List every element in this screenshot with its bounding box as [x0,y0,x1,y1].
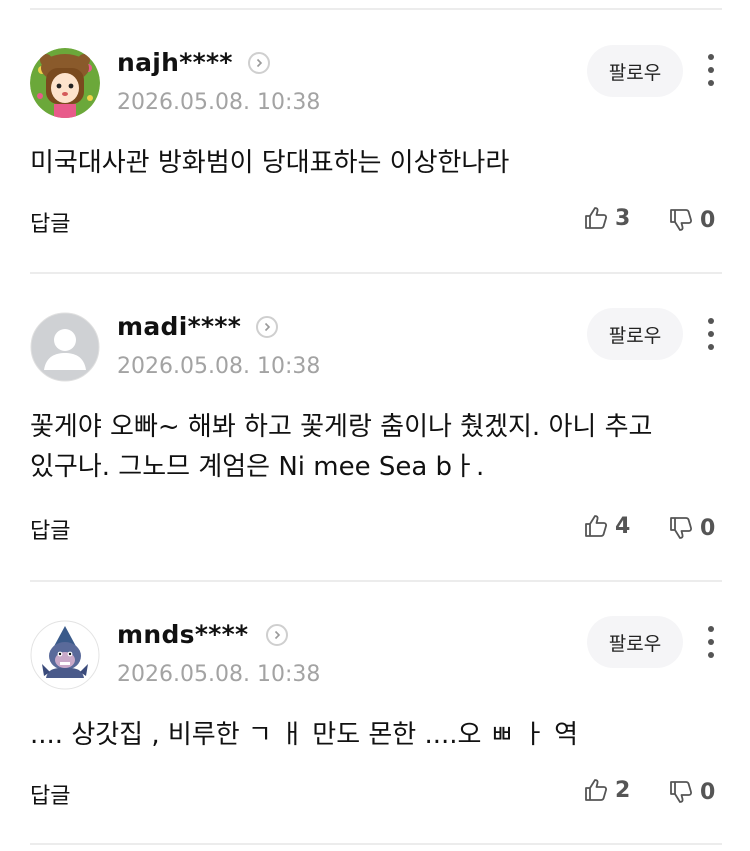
comment-item: mnds**** 2026.05.08. 10:38 팔로우 .... 상갓집 … [0,0,750,845]
chevron-right-icon[interactable] [266,624,288,646]
avatar[interactable] [30,620,100,690]
like-button[interactable]: 2 [583,777,630,803]
comment-date: 2026.05.08. 10:38 [117,662,321,687]
comment-text: .... 상갓집 , 비루한 ㄱ ㅐ 만도 몬한 ....오 ㅃ ㅏ 역 [30,720,579,750]
reply-button[interactable]: 답글 [30,778,70,810]
more-options-icon[interactable] [700,622,722,662]
thumbs-up-icon [585,779,608,801]
like-count: 2 [615,777,631,803]
separator [30,843,722,845]
dislike-button[interactable]: 0 [668,779,715,805]
nickname[interactable]: mnds**** [117,620,248,649]
gorilla-character-avatar-icon [30,620,100,690]
follow-button[interactable]: 팔로우 [587,616,683,668]
thumbs-down-icon [670,781,693,803]
dislike-count: 0 [700,779,716,805]
